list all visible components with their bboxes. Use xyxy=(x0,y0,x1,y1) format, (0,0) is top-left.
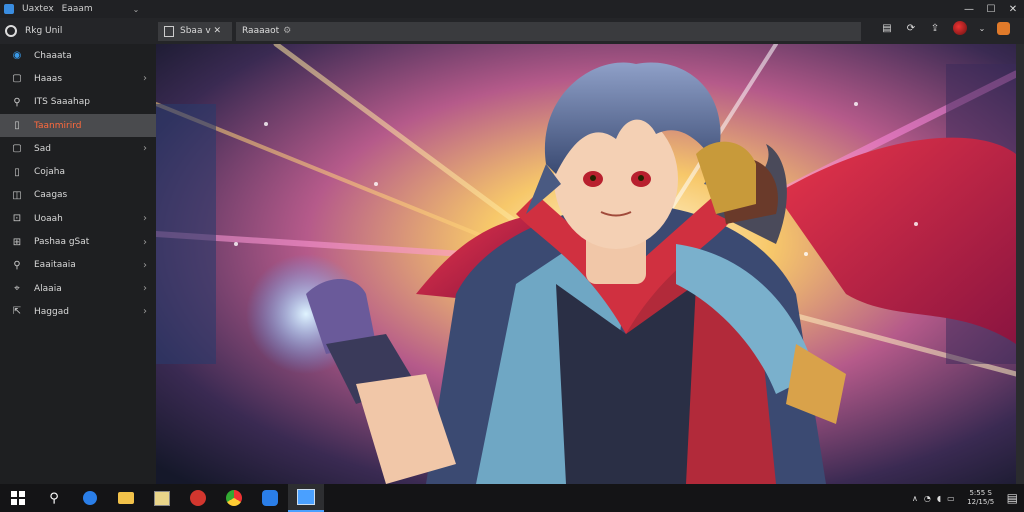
sidebar-item[interactable]: ▢ Sad › xyxy=(0,137,156,160)
system-tray: ∧ ◔ ◖ ▭ 5:55 S 12/15/5 ▤ xyxy=(912,484,1018,512)
refresh-icon[interactable]: ⟳ xyxy=(905,21,917,35)
clock[interactable]: 5:55 S 12/15/5 xyxy=(961,489,1001,507)
chevron-down-icon[interactable]: ⌄ xyxy=(133,5,140,14)
sidebar-item[interactable]: ⊞ Pashaa gSat › xyxy=(0,230,156,253)
maximize-icon[interactable]: ☐ xyxy=(980,0,1002,18)
address-bar[interactable]: Raaaaot ⚙ xyxy=(236,21,861,41)
sidebar-item-label: Haggad xyxy=(34,306,69,317)
sidebar-item-label: Cojaha xyxy=(34,167,66,178)
page-icon: ▯ xyxy=(14,120,20,132)
brand[interactable]: Rkg Unil xyxy=(0,25,155,37)
chrome-icon[interactable] xyxy=(216,484,252,512)
sidebar-item-label: Taanmirird xyxy=(34,120,82,131)
sidebar-item[interactable]: ⇱ Haggad › xyxy=(0,300,156,323)
window-title: Uaxtex xyxy=(22,4,54,14)
anime-hero-illustration xyxy=(156,44,1016,484)
clock-date: 12/15/5 xyxy=(967,498,995,506)
sidebar-item[interactable]: ⌖ Alaaia › xyxy=(0,277,156,300)
volume-icon[interactable]: ◖ xyxy=(937,494,941,503)
sidebar-item-label: Pashaa gSat xyxy=(34,237,90,248)
app-icon xyxy=(4,4,14,14)
search-icon[interactable]: ⚲ xyxy=(36,484,72,512)
extension-icon[interactable] xyxy=(997,21,1010,35)
window-subtitle: Eaaam xyxy=(61,4,93,14)
camera-icon: ◫ xyxy=(12,189,22,201)
chevron-right-icon[interactable]: › xyxy=(143,260,147,271)
photo-icon: ⊞ xyxy=(12,236,22,248)
sidebar: ◉ Chaaata ▢ Haaas › ⚲ ITS Saaahap ▯ Taanmirird ▢ S… xyxy=(0,44,156,484)
sidebar-item[interactable]: ⊡ Uoaah › xyxy=(0,207,156,230)
sidebar-item-label: Haaas xyxy=(34,73,63,84)
scrollbar[interactable] xyxy=(1016,44,1024,484)
chevron-right-icon[interactable]: › xyxy=(143,283,147,294)
chevron-right-icon[interactable]: › xyxy=(143,73,147,84)
share-icon[interactable]: ⇪ xyxy=(929,21,941,35)
page-icon xyxy=(164,25,174,37)
sidebar-item[interactable]: ▢ Haaas › xyxy=(0,67,156,90)
window-controls: — ☐ ✕ xyxy=(958,0,1024,18)
square-icon: ▢ xyxy=(12,143,22,155)
close-icon[interactable]: ✕ xyxy=(1002,0,1024,18)
toolbar: Rkg Unil Sbaa v ✕ Raaaaot ⚙ ▤ ⟳ ⇪ ⌄ xyxy=(0,18,1024,44)
chevron-up-icon[interactable]: ∧ xyxy=(912,494,918,503)
sidebar-item-label: Uoaah xyxy=(34,213,63,224)
main-image xyxy=(156,44,1016,484)
sidebar-item-label: Caagas xyxy=(34,190,68,201)
windows-start-icon[interactable] xyxy=(0,484,36,512)
battery-icon[interactable]: ▭ xyxy=(947,494,955,503)
tab-label: Sbaa v ✕ xyxy=(180,26,222,36)
edge-icon[interactable] xyxy=(72,484,108,512)
chevron-right-icon[interactable]: › xyxy=(143,306,147,317)
taskbar: ⚲ ∧ ◔ ◖ ▭ 5:55 S 12/15/5 ▤ xyxy=(0,484,1024,512)
title-bar: Uaxtex Eaaam ⌄ — ☐ ✕ xyxy=(0,0,1024,18)
sidebar-item[interactable]: ⚲ ITS Saaahap xyxy=(0,91,156,114)
sidebar-item[interactable]: ⚲ Eaaitaaia › xyxy=(0,254,156,277)
photos-icon[interactable] xyxy=(144,484,180,512)
back-icon[interactable] xyxy=(5,25,17,37)
brand-label: Rkg Unil xyxy=(25,26,63,36)
sidebar-item-label: Alaaia xyxy=(34,283,62,294)
reader-icon[interactable]: ▤ xyxy=(881,21,893,35)
sidebar-item-label: Eaaitaaia xyxy=(34,260,76,271)
minimize-icon[interactable]: — xyxy=(958,0,980,18)
sidebar-item[interactable]: ◫ Caagas xyxy=(0,184,156,207)
sidebar-item-label: ITS Saaahap xyxy=(34,97,90,108)
trash-icon: ▯ xyxy=(14,166,20,178)
device-icon: ⊡ xyxy=(12,213,22,225)
active-app-icon[interactable] xyxy=(288,484,324,512)
tab[interactable]: Sbaa v ✕ xyxy=(158,21,232,41)
blue-app-icon[interactable] xyxy=(252,484,288,512)
sidebar-item[interactable]: ▯ Cojaha xyxy=(0,160,156,183)
settings-icon: ⚙ xyxy=(283,26,292,36)
chevron-right-icon[interactable]: › xyxy=(143,143,147,154)
sidebar-item[interactable]: ▯ Taanmirird xyxy=(0,113,156,138)
red-app-icon[interactable] xyxy=(180,484,216,512)
network-icon[interactable]: ◔ xyxy=(924,494,931,503)
chevron-right-icon[interactable]: › xyxy=(143,213,147,224)
toolbar-icons: ▤ ⟳ ⇪ ⌄ xyxy=(881,21,1010,35)
avatar[interactable] xyxy=(953,21,967,35)
file-explorer-icon[interactable] xyxy=(108,484,144,512)
notification-icon[interactable]: ▤ xyxy=(1007,491,1018,505)
chevron-down-icon[interactable]: ⌄ xyxy=(979,21,986,35)
search-icon: ⚲ xyxy=(13,259,21,271)
sidebar-item-label: Sad xyxy=(34,143,51,154)
clock-time: 5:55 S xyxy=(969,489,992,497)
share-icon: ⇱ xyxy=(12,306,22,318)
pin-icon: ⌖ xyxy=(14,283,20,295)
chevron-right-icon[interactable]: › xyxy=(143,237,147,248)
folder-icon: ▢ xyxy=(12,73,22,85)
sidebar-item-label: Chaaata xyxy=(34,50,72,61)
sidebar-item[interactable]: ◉ Chaaata xyxy=(0,44,156,67)
gallery-icon: ⚲ xyxy=(13,96,21,108)
address-text: Raaaaot xyxy=(242,26,280,36)
blue-sphere-icon: ◉ xyxy=(12,50,22,62)
